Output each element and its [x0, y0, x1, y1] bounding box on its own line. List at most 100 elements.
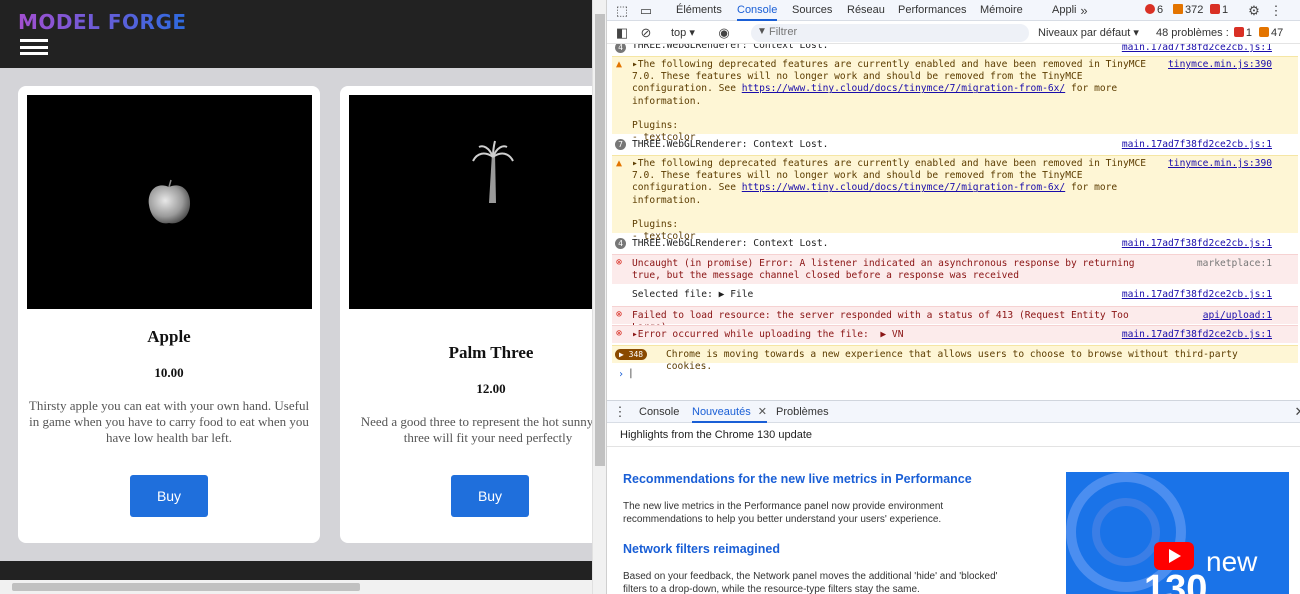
more-tabs-icon[interactable]: » — [1075, 2, 1093, 19]
log-levels-dropdown[interactable]: Niveaux par défaut ▾ — [1038, 23, 1139, 44]
product-3d-viewer[interactable] — [349, 95, 592, 309]
horizontal-scrollbar[interactable] — [0, 580, 592, 594]
error-icon: ⊗ — [616, 309, 623, 320]
console-error[interactable]: ⊗ Failed to load resource: the server re… — [612, 306, 1298, 333]
chrome-update-video-thumbnail[interactable]: new 130 — [1066, 472, 1289, 594]
info-count-badge[interactable]: 1 — [1210, 3, 1228, 18]
source-link[interactable]: main.17ad7f38fd2ce2cb.js:1 — [1122, 44, 1272, 54]
message-icon — [1210, 4, 1220, 14]
whats-new-subtitle: Highlights from the Chrome 130 update — [607, 423, 1300, 447]
console-warning[interactable]: ▲ ▸The following deprecated features are… — [612, 155, 1298, 242]
migration-link[interactable]: https://www.tiny.cloud/docs/tinymce/7/mi… — [742, 83, 1065, 94]
settings-gear-icon[interactable]: ⚙ — [1245, 2, 1263, 19]
error-icon: ⊗ — [616, 257, 623, 268]
hamburger-menu-icon[interactable] — [20, 39, 48, 55]
drawer-menu-icon[interactable]: ⋮ — [611, 403, 629, 420]
whats-new-item-body: The new live metrics in the Performance … — [623, 501, 944, 525]
vertical-scrollbar[interactable] — [592, 0, 606, 594]
sidebar-toggle-icon[interactable]: ◧ — [613, 24, 631, 41]
source-link[interactable]: marketplace:1 — [1197, 258, 1272, 270]
product-price: 10.00 — [154, 365, 184, 380]
source-link[interactable]: main.17ad7f38fd2ce2cb.js:1 — [1122, 238, 1272, 250]
context-selector[interactable]: top ▾ — [671, 23, 695, 44]
apple-model-image — [148, 179, 191, 224]
issues-counter[interactable]: 48 problèmes : 1 47 — [1156, 23, 1283, 44]
devtools-tab-bar: ⬚ ▭ Éléments Console Sources Réseau Perf… — [607, 0, 1300, 21]
buy-button[interactable]: Buy — [130, 475, 208, 517]
filter-input-wrapper[interactable]: ▼ — [751, 24, 1029, 42]
console-error[interactable]: ⊗ ▸Error occurred while uploading the fi… — [612, 325, 1298, 343]
devtools-panel: ⬚ ▭ Éléments Console Sources Réseau Perf… — [606, 0, 1300, 594]
product-3d-viewer[interactable] — [27, 95, 312, 309]
clear-console-icon[interactable]: ⊘ — [637, 24, 655, 41]
source-link[interactable]: main.17ad7f38fd2ce2cb.js:1 — [1122, 329, 1272, 341]
source-link[interactable]: tinymce.min.js:390 — [1168, 158, 1272, 170]
warning-icon: ▲ — [616, 158, 623, 169]
site-header: MODEL FORGE — [0, 0, 592, 68]
whats-new-item-body: Based on your feedback, the Network pane… — [623, 571, 998, 594]
close-tab-icon[interactable]: ✕ — [758, 406, 767, 418]
product-description: Need a good three to represent the hot s… — [360, 414, 592, 445]
close-drawer-icon[interactable]: ✕ — [1291, 403, 1300, 420]
whats-new-item-title[interactable]: Network filters reimagined — [623, 542, 780, 556]
error-count-badge[interactable]: 6 — [1145, 3, 1163, 18]
tab-console[interactable]: Console — [737, 0, 778, 21]
warning-icon: ▲ — [616, 59, 623, 70]
prompt-chevron-icon: › — [618, 369, 625, 380]
console-message[interactable]: 7 THREE.WebGLRenderer: Context Lost. mai… — [612, 137, 1298, 155]
more-options-icon[interactable]: ⋮ — [1267, 2, 1285, 19]
console-message[interactable]: Selected file: ▶ File main.17ad7f38fd2ce… — [612, 287, 1298, 305]
promo-number: 130 — [1144, 568, 1208, 594]
repeat-count-badge: 7 — [615, 139, 626, 150]
filter-icon: ▼ — [757, 26, 767, 37]
site-logo[interactable]: MODEL FORGE — [18, 10, 187, 34]
inspect-element-icon[interactable]: ⬚ — [613, 2, 631, 19]
source-link[interactable]: main.17ad7f38fd2ce2cb.js:1 — [1122, 289, 1272, 301]
device-toolbar-icon[interactable]: ▭ — [637, 2, 655, 19]
eye-icon[interactable]: ◉ — [715, 24, 733, 41]
drawer-tab-whats-new[interactable]: Nouveautés ✕ — [692, 401, 767, 423]
error-icon — [1145, 4, 1155, 14]
repeat-count-badge: 4 — [615, 44, 626, 53]
buy-button[interactable]: Buy — [451, 475, 529, 517]
console-prompt[interactable]: › | — [612, 367, 1298, 383]
warning-count-badge[interactable]: 372 — [1173, 3, 1203, 18]
product-description: Thirsty apple you can eat with your own … — [28, 398, 310, 445]
whats-new-item-title[interactable]: Recommendations for the new live metrics… — [623, 472, 972, 486]
migration-link[interactable]: https://www.tiny.cloud/docs/tinymce/7/mi… — [742, 182, 1065, 193]
issue-count-pill[interactable]: ▶ 348 — [615, 349, 648, 360]
product-card: Apple 10.00 Thirsty apple you can eat wi… — [18, 86, 320, 543]
tab-application[interactable]: Appli — [1052, 0, 1076, 21]
drawer-tab-bar: ⋮ Console Nouveautés ✕ Problèmes ✕ — [607, 401, 1300, 423]
error-icon: ⊗ — [616, 328, 623, 339]
error-icon — [1233, 27, 1244, 37]
console-warning[interactable]: ▲ ▸The following deprecated features are… — [612, 56, 1298, 143]
scrollbar-thumb[interactable] — [12, 583, 360, 591]
tab-elements[interactable]: Éléments — [676, 0, 722, 21]
source-link[interactable]: tinymce.min.js:390 — [1168, 59, 1272, 71]
console-output[interactable]: 4 THREE.WebGLRenderer: Context Lost. mai… — [607, 44, 1300, 400]
console-message[interactable]: 4 THREE.WebGLRenderer: Context Lost. mai… — [612, 44, 1298, 54]
filter-input[interactable] — [769, 26, 1019, 38]
devtools-drawer: ⋮ Console Nouveautés ✕ Problèmes ✕ Highl… — [607, 400, 1300, 594]
console-error[interactable]: ⊗ Uncaught (in promise) Error: A listene… — [612, 254, 1298, 284]
product-card: Palm Three 12.00 Need a good three to re… — [340, 86, 592, 543]
source-link[interactable]: api/upload:1 — [1203, 310, 1272, 322]
promo-text: new — [1206, 546, 1258, 577]
product-price: 12.00 — [476, 381, 506, 396]
web-page: MODEL FORGE Apple 10.00 Thirsty apple yo… — [0, 0, 592, 594]
drawer-tab-console[interactable]: Console — [639, 401, 679, 423]
product-name: Apple — [147, 327, 191, 346]
scrollbar-thumb[interactable] — [595, 14, 605, 466]
warning-icon — [1173, 4, 1183, 14]
console-message[interactable]: 4 THREE.WebGLRenderer: Context Lost. mai… — [612, 236, 1298, 254]
product-name: Palm Three — [448, 343, 534, 362]
tab-memory[interactable]: Mémoire — [980, 0, 1023, 21]
source-link[interactable]: main.17ad7f38fd2ce2cb.js:1 — [1122, 139, 1272, 151]
tab-network[interactable]: Réseau — [847, 0, 885, 21]
console-issue[interactable]: ▶ 348 Chrome is moving towards a new exp… — [612, 345, 1298, 372]
tab-performance[interactable]: Performances — [898, 0, 966, 21]
drawer-tab-issues[interactable]: Problèmes — [776, 401, 829, 423]
tab-sources[interactable]: Sources — [792, 0, 832, 21]
repeat-count-badge: 4 — [615, 238, 626, 249]
